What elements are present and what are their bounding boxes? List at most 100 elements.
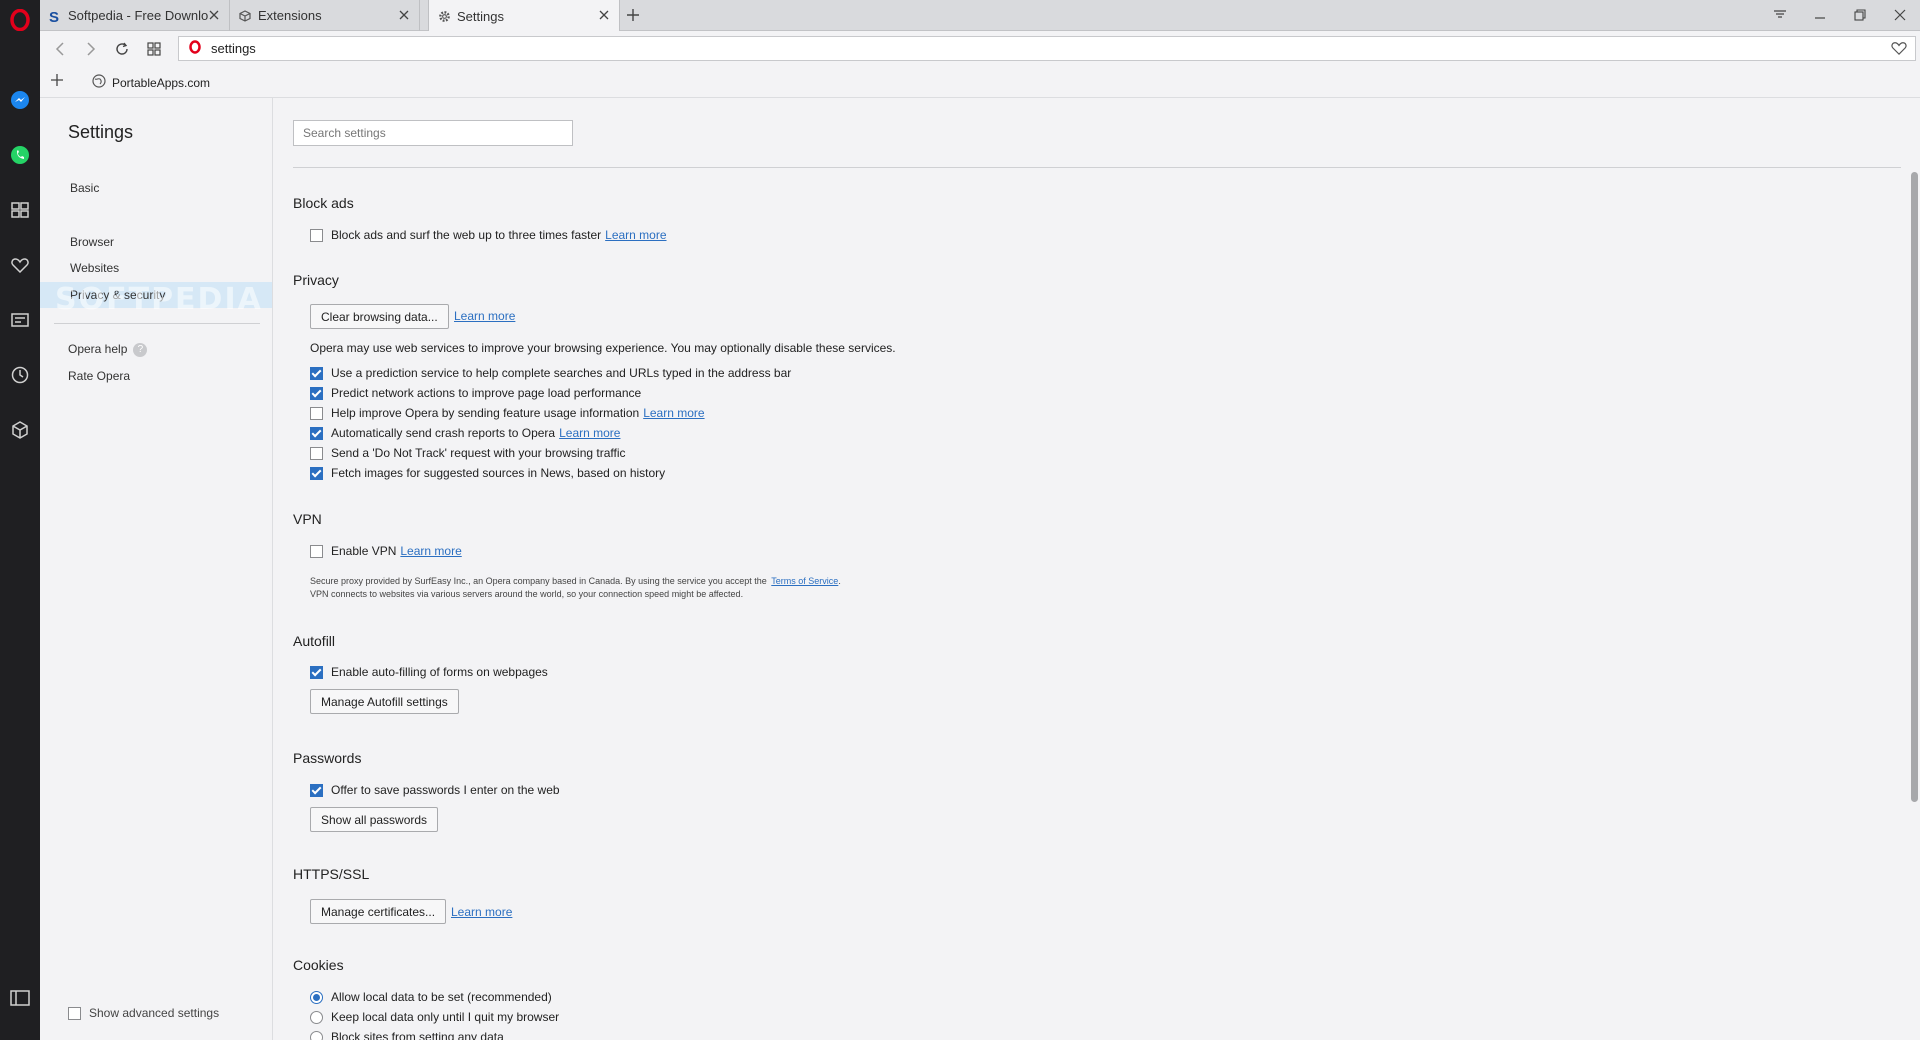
forward-arrow-icon (87, 42, 96, 56)
prediction-service-option[interactable]: Use a prediction service to help complet… (310, 366, 791, 380)
address-bar[interactable]: settings (178, 36, 1916, 61)
tiles-button[interactable] (144, 39, 164, 59)
cookies-block-option[interactable]: Block sites from setting any data (310, 1030, 504, 1040)
close-icon[interactable] (207, 8, 221, 22)
tab-extensions[interactable]: Extensions (230, 0, 420, 31)
crash-reports-checkbox[interactable] (310, 426, 323, 440)
add-bookmark-button[interactable] (50, 73, 64, 90)
autofill-option[interactable]: Enable auto-filling of forms on webpages (310, 665, 548, 679)
learn-more-link[interactable]: Learn more (451, 905, 512, 919)
cookies-allow-option[interactable]: Allow local data to be set (recommended) (310, 990, 552, 1004)
tab-title: Softpedia - Free Downloads (68, 8, 208, 23)
https-ssl-title: HTTPS/SSL (293, 866, 370, 882)
crash-reports-option[interactable]: Automatically send crash reports to Oper… (310, 426, 620, 440)
option-label: Offer to save passwords I enter on the w… (331, 783, 560, 797)
opera-logo-icon[interactable] (8, 8, 32, 32)
fetch-images-checkbox[interactable] (310, 466, 323, 480)
cookies-allow-radio[interactable] (310, 990, 323, 1004)
grid-icon (147, 42, 161, 56)
close-window-button[interactable] (1889, 5, 1911, 25)
option-label: Block ads and surf the web up to three t… (331, 228, 602, 242)
enable-vpn-checkbox[interactable] (310, 544, 323, 558)
cookies-session-option[interactable]: Keep local data only until I quit my bro… (310, 1010, 559, 1024)
back-button[interactable] (50, 39, 70, 59)
advanced-settings-checkbox[interactable] (68, 1006, 81, 1020)
scrollbar-thumb[interactable] (1911, 172, 1918, 802)
nav-divider (54, 323, 260, 324)
manage-certificates-button[interactable]: Manage certificates... (310, 899, 447, 924)
feature-usage-checkbox[interactable] (310, 406, 323, 420)
privacy-title: Privacy (293, 272, 339, 288)
extensions-cube-icon[interactable] (8, 418, 32, 442)
forward-button[interactable] (81, 39, 101, 59)
bookmarks-bar: PortableApps.com (40, 66, 1920, 98)
history-clock-icon[interactable] (8, 363, 32, 387)
option-label: Allow local data to be set (recommended) (331, 990, 552, 1004)
fetch-images-option[interactable]: Fetch images for suggested sources in Ne… (310, 466, 665, 480)
predict-network-option[interactable]: Predict network actions to improve page … (310, 386, 641, 400)
messenger-icon[interactable] (8, 88, 32, 112)
speed-dial-icon[interactable] (8, 198, 32, 222)
new-tab-button[interactable] (623, 5, 643, 25)
advanced-settings-label: Show advanced settings (89, 1006, 220, 1020)
vpn-note-line2: VPN connects to websites via various ser… (310, 589, 744, 599)
do-not-track-option[interactable]: Send a 'Do Not Track' request with your … (310, 446, 626, 460)
rate-opera-link[interactable]: Rate Opera (40, 363, 272, 389)
settings-nav-basic[interactable]: Basic (40, 175, 272, 201)
close-icon[interactable] (597, 8, 611, 22)
manage-autofill-button[interactable]: Manage Autofill settings (310, 689, 459, 714)
softpedia-watermark: SOFTPEDIA (55, 282, 263, 317)
reload-icon (116, 42, 128, 55)
feature-usage-option[interactable]: Help improve Opera by sending feature us… (310, 406, 705, 420)
news-icon[interactable] (8, 308, 32, 332)
autofill-checkbox[interactable] (310, 665, 323, 679)
learn-more-link[interactable]: Learn more (400, 544, 461, 558)
cookies-session-radio[interactable] (310, 1010, 323, 1024)
settings-nav: Settings Basic Browser Websites Privacy … (40, 98, 273, 1040)
minimize-button[interactable] (1809, 5, 1831, 25)
block-ads-checkbox[interactable] (310, 228, 323, 242)
tab-softpedia[interactable]: S Softpedia - Free Downloads (40, 0, 230, 31)
opera-help-link[interactable]: Opera help? (40, 336, 272, 362)
learn-more-link[interactable]: Learn more (454, 309, 515, 323)
vpn-title: VPN (293, 511, 322, 527)
cookies-block-radio[interactable] (310, 1030, 323, 1040)
sidebar-toggle-icon[interactable] (8, 986, 32, 1010)
learn-more-link[interactable]: Learn more (643, 406, 704, 420)
show-all-passwords-button[interactable]: Show all passwords (310, 807, 439, 832)
do-not-track-checkbox[interactable] (310, 446, 323, 460)
settings-nav-websites[interactable]: Websites (40, 255, 272, 281)
whatsapp-icon[interactable] (8, 143, 32, 167)
bookmarks-heart-icon[interactable] (8, 253, 32, 277)
learn-more-link[interactable]: Learn more (605, 228, 666, 242)
scrollbar[interactable] (1910, 160, 1920, 1040)
option-label: Predict network actions to improve page … (331, 386, 642, 400)
heart-icon[interactable] (1891, 41, 1907, 58)
minimize-icon (1815, 17, 1825, 19)
close-icon[interactable] (397, 8, 411, 22)
save-passwords-option[interactable]: Offer to save passwords I enter on the w… (310, 783, 560, 797)
show-advanced-settings[interactable]: Show advanced settings (68, 1006, 219, 1020)
prediction-service-checkbox[interactable] (310, 366, 323, 380)
option-label: Keep local data only until I quit my bro… (331, 1010, 560, 1024)
predict-network-checkbox[interactable] (310, 386, 323, 400)
block-ads-option[interactable]: Block ads and surf the web up to three t… (310, 228, 667, 242)
restore-button[interactable] (1849, 5, 1871, 25)
learn-more-link[interactable]: Learn more (559, 426, 620, 440)
tab-menu-icon (1774, 10, 1786, 18)
privacy-intro-text: Opera may use web services to improve yo… (310, 341, 896, 355)
option-label: Help improve Opera by sending feature us… (331, 406, 640, 420)
vpn-note-text: Secure proxy provided by SurfEasy Inc., … (310, 576, 767, 586)
terms-of-service-link[interactable]: Terms of Service (771, 576, 838, 586)
tab-title: Extensions (258, 8, 322, 23)
settings-nav-browser[interactable]: Browser (40, 229, 272, 255)
bookmark-portableapps[interactable]: PortableApps.com (92, 74, 210, 91)
clear-browsing-data-button[interactable]: Clear browsing data... (310, 304, 449, 329)
tab-menu-button[interactable] (1769, 5, 1791, 25)
tab-settings[interactable]: Settings (428, 0, 620, 32)
reload-button[interactable] (112, 39, 132, 59)
opera-sidebar (0, 0, 40, 1040)
search-settings-input[interactable] (293, 120, 573, 146)
enable-vpn-option[interactable]: Enable VPN Learn more (310, 544, 462, 558)
save-passwords-checkbox[interactable] (310, 783, 323, 797)
